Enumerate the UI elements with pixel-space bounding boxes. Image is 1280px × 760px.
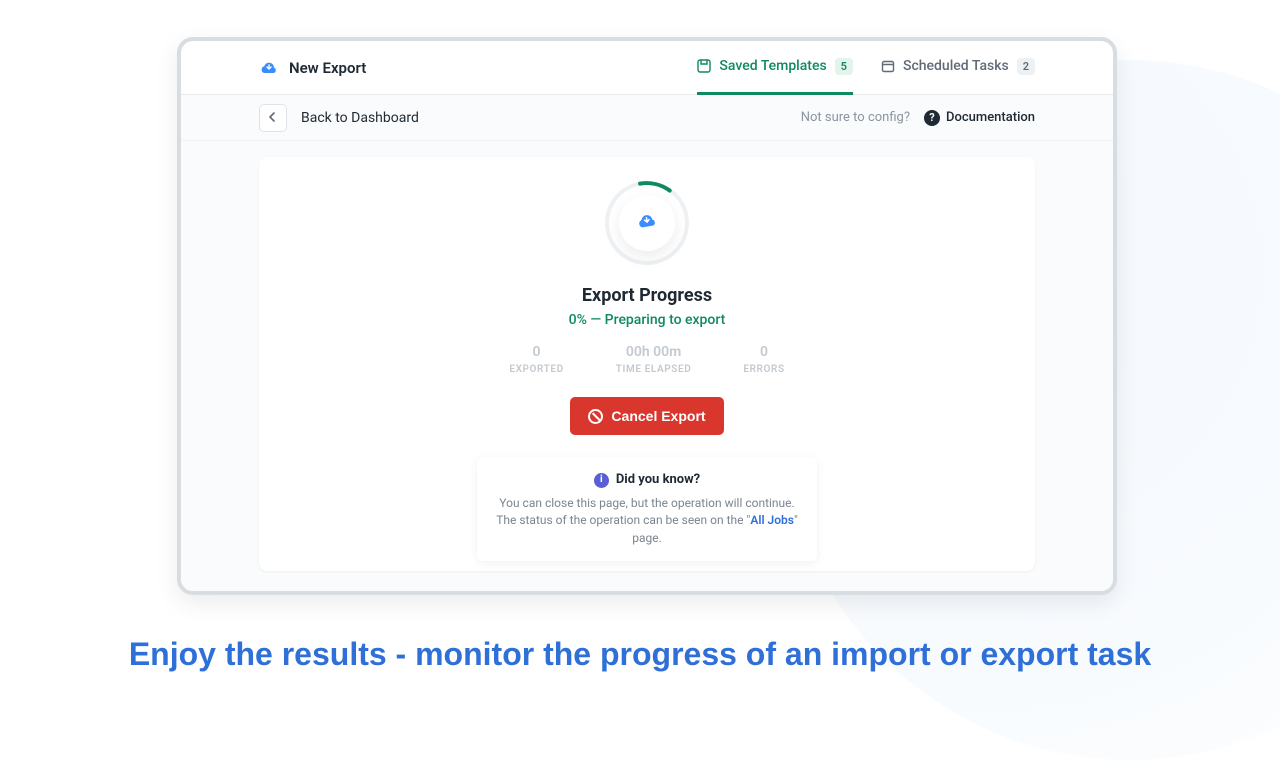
app-window: New Export Saved Templates 5 Scheduled T…: [177, 37, 1117, 595]
content-area: Export Progress 0% — Preparing to export…: [181, 141, 1113, 591]
stat-label: ERRORS: [743, 364, 784, 375]
back-button[interactable]: [259, 104, 287, 132]
tab-scheduled-tasks[interactable]: Scheduled Tasks 2: [881, 41, 1035, 95]
marketing-caption: Enjoy the results - monitor the progress…: [0, 636, 1280, 673]
sub-header-right: Not sure to config? ? Documentation: [801, 110, 1035, 126]
nav-tabs: Saved Templates 5 Scheduled Tasks 2: [697, 41, 1035, 95]
cloud-download-icon: [636, 212, 658, 234]
page-title: New Export: [289, 59, 366, 77]
stat-value: 00h 00m: [616, 344, 692, 360]
tab-label: Saved Templates: [719, 58, 826, 74]
config-hint: Not sure to config?: [801, 110, 910, 125]
stat-label: TIME ELAPSED: [616, 364, 692, 375]
progress-title: Export Progress: [259, 285, 1035, 306]
prohibit-icon: [588, 409, 603, 424]
progress-status: 0% — Preparing to export: [259, 312, 1035, 328]
arrow-left-icon: [267, 108, 279, 127]
schedule-icon: [881, 59, 895, 73]
help-icon: ?: [924, 110, 940, 126]
tip-text: The status of the operation can be seen …: [496, 513, 746, 527]
tab-count-badge: 5: [835, 58, 853, 75]
cloud-download-icon: [259, 60, 279, 76]
tip-text: page.: [632, 531, 662, 545]
tab-saved-templates[interactable]: Saved Templates 5: [697, 41, 853, 95]
documentation-label: Documentation: [946, 110, 1035, 125]
tip-line-2: The status of the operation can be seen …: [493, 512, 801, 547]
stat-errors: 0 ERRORS: [743, 344, 784, 375]
export-progress-card: Export Progress 0% — Preparing to export…: [259, 157, 1035, 571]
stat-value: 0: [743, 344, 784, 360]
tip-line-1: You can close this page, but the operati…: [493, 495, 801, 512]
stat-elapsed: 00h 00m TIME ELAPSED: [616, 344, 692, 375]
info-icon: i: [594, 473, 609, 488]
documentation-link[interactable]: ? Documentation: [924, 110, 1035, 126]
tip-heading-row: i Did you know?: [493, 471, 801, 490]
tab-count-badge: 2: [1017, 58, 1035, 75]
progress-stats: 0 EXPORTED 00h 00m TIME ELAPSED 0 ERRORS: [259, 344, 1035, 375]
top-nav: New Export Saved Templates 5 Scheduled T…: [181, 41, 1113, 95]
tab-label: Scheduled Tasks: [903, 58, 1009, 74]
template-save-icon: [697, 59, 711, 73]
progress-spinner: [603, 179, 691, 267]
stat-exported: 0 EXPORTED: [509, 344, 563, 375]
sub-header: Back to Dashboard Not sure to config? ? …: [181, 95, 1113, 141]
info-tip-card: i Did you know? You can close this page,…: [477, 457, 817, 561]
back-label[interactable]: Back to Dashboard: [301, 110, 419, 126]
page-title-group: New Export: [259, 59, 366, 77]
tip-heading: Did you know?: [616, 471, 700, 490]
all-jobs-link[interactable]: All Jobs: [750, 513, 794, 527]
cancel-label: Cancel Export: [611, 408, 705, 424]
cancel-export-button[interactable]: Cancel Export: [570, 397, 723, 435]
spinner-core: [619, 195, 675, 251]
stat-label: EXPORTED: [509, 364, 563, 375]
stat-value: 0: [509, 344, 563, 360]
